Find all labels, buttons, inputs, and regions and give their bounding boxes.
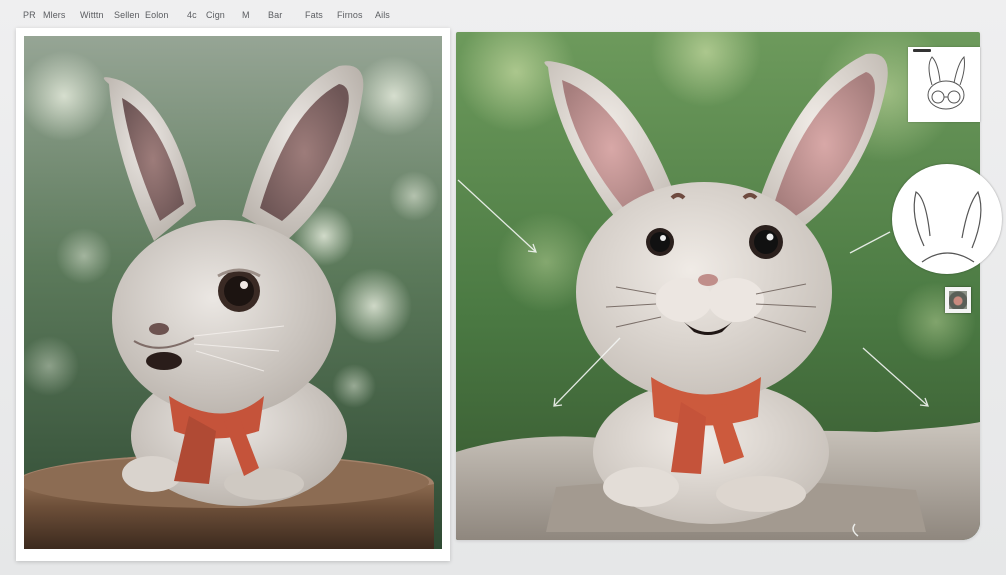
menu-item-eolon[interactable]: Eolon [145, 10, 169, 20]
rabbit-sketch-thumbnail-icon [927, 55, 965, 110]
menu-item-fats[interactable]: Fats [305, 10, 323, 20]
photo-card-original[interactable] [16, 28, 450, 561]
menu-item-ails[interactable]: Ails [375, 10, 390, 20]
menu-bar: PR Mlers Witttn Sellen Eolon 4c Cign M B… [0, 0, 1006, 30]
rabbit-photo-edited [456, 32, 980, 540]
ears-preview-circle[interactable] [892, 164, 1002, 274]
photo-thumbnail[interactable] [945, 287, 971, 313]
menu-item-witttn[interactable]: Witttn [80, 10, 104, 20]
photo-thumbnail-icon [949, 291, 967, 309]
menu-item-m[interactable]: M [242, 10, 250, 20]
menu-item-cign[interactable]: Cign [206, 10, 225, 20]
rabbit-photo-original [24, 36, 442, 549]
menu-item-mlers[interactable]: Mlers [43, 10, 66, 20]
canvas-edited-image[interactable] [456, 32, 980, 540]
menu-item-bar[interactable]: Bar [268, 10, 282, 20]
menu-item-4c[interactable]: 4c [187, 10, 197, 20]
image-editor-app: PR Mlers Witttn Sellen Eolon 4c Cign M B… [0, 0, 1006, 575]
sketch-thumbnail[interactable] [908, 47, 980, 122]
menu-item-firnos[interactable]: Firnos [337, 10, 363, 20]
menu-item-pr[interactable]: PR [23, 10, 36, 20]
ears-outline-icon [913, 190, 982, 263]
menu-item-sellen[interactable]: Sellen [114, 10, 140, 20]
